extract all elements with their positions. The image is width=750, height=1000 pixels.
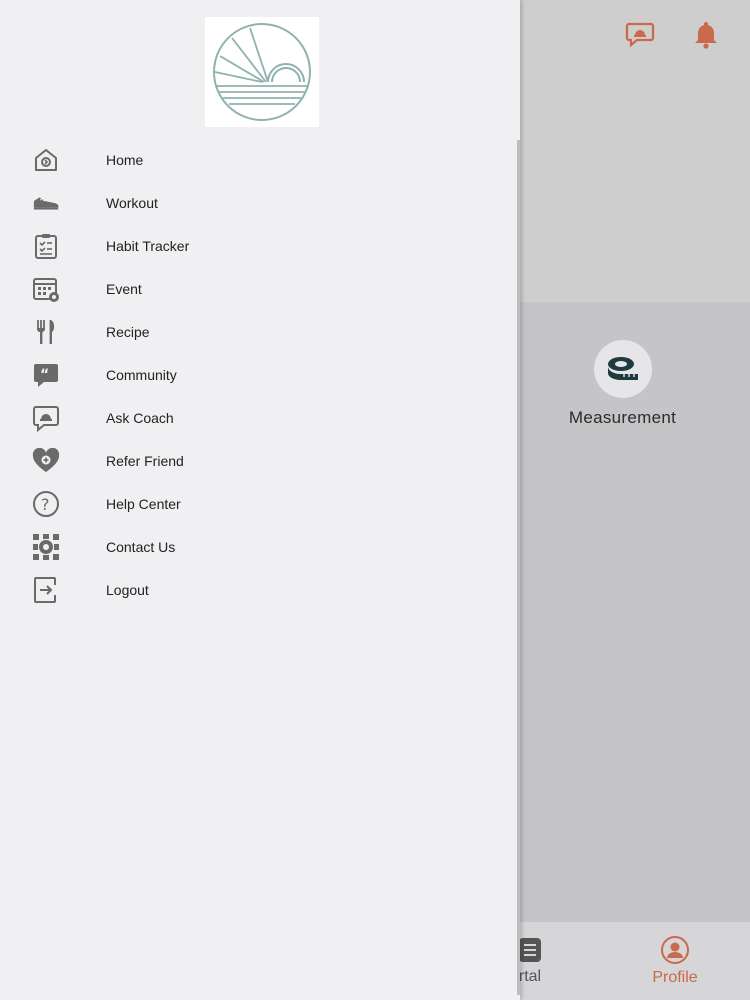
measurement-tile[interactable]: Measurement — [555, 340, 690, 440]
svg-text:“: “ — [40, 367, 49, 383]
menu-item-logout[interactable]: Logout — [0, 568, 500, 611]
profile-icon — [661, 936, 689, 964]
nav-profile[interactable]: Profile — [615, 922, 735, 1000]
drawer-scrollbar[interactable] — [517, 140, 520, 995]
nav-portal-label: rtal — [518, 968, 542, 985]
menu-label-logout: Logout — [106, 581, 149, 598]
menu-item-event[interactable]: Event — [0, 267, 500, 310]
menu-item-recipe[interactable]: Recipe — [0, 310, 500, 353]
calendar-icon — [32, 275, 60, 303]
menu-item-ask-coach[interactable]: Ask Coach — [0, 396, 500, 439]
question-circle-icon: ? — [32, 490, 60, 518]
nav-profile-label: Profile — [652, 969, 698, 986]
menu-label-workout: Workout — [106, 194, 158, 211]
app-screen: Measurement rtal Profile Home Workout Ha… — [0, 0, 750, 1000]
heart-plus-icon — [32, 447, 60, 475]
fork-knife-icon — [32, 318, 60, 346]
menu-item-home[interactable]: Home — [0, 138, 500, 181]
menu-label-event: Event — [106, 280, 142, 297]
measurement-label: Measurement — [568, 408, 677, 427]
menu-label-recipe: Recipe — [106, 323, 150, 340]
contact-gear-icon — [32, 533, 60, 561]
menu-item-contact-us[interactable]: Contact Us — [0, 525, 500, 568]
drawer-menu: Home Workout Habit Tracker Event Recipe … — [0, 138, 500, 611]
menu-label-refer-friend: Refer Friend — [106, 452, 184, 469]
quote-bubble-icon: “ — [32, 361, 60, 389]
bell-icon[interactable] — [688, 16, 724, 52]
menu-item-workout[interactable]: Workout — [0, 181, 500, 224]
menu-item-refer-friend[interactable]: Refer Friend — [0, 439, 500, 482]
menu-item-habit-tracker[interactable]: Habit Tracker — [0, 224, 500, 267]
menu-label-home: Home — [106, 151, 144, 168]
sun-horizon-logo — [205, 17, 319, 127]
home-icon — [32, 146, 60, 174]
logout-icon — [32, 576, 60, 604]
coach-chat-icon — [32, 404, 60, 432]
svg-text:?: ? — [41, 495, 50, 514]
coach-chat-icon[interactable] — [622, 16, 658, 52]
menu-label-help-center: Help Center — [106, 495, 181, 512]
checklist-icon — [32, 232, 60, 260]
menu-item-help-center[interactable]: ? Help Center — [0, 482, 500, 525]
menu-label-community: Community — [106, 366, 177, 383]
sneaker-icon — [32, 189, 60, 217]
measuring-tape-icon — [593, 340, 652, 398]
menu-label-contact-us: Contact Us — [106, 538, 176, 555]
portal-icon — [519, 938, 541, 962]
menu-item-community[interactable]: “ Community — [0, 353, 500, 396]
menu-label-ask-coach: Ask Coach — [106, 409, 174, 426]
navigation-drawer: Home Workout Habit Tracker Event Recipe … — [0, 0, 520, 1000]
menu-label-habit-tracker: Habit Tracker — [106, 237, 190, 254]
